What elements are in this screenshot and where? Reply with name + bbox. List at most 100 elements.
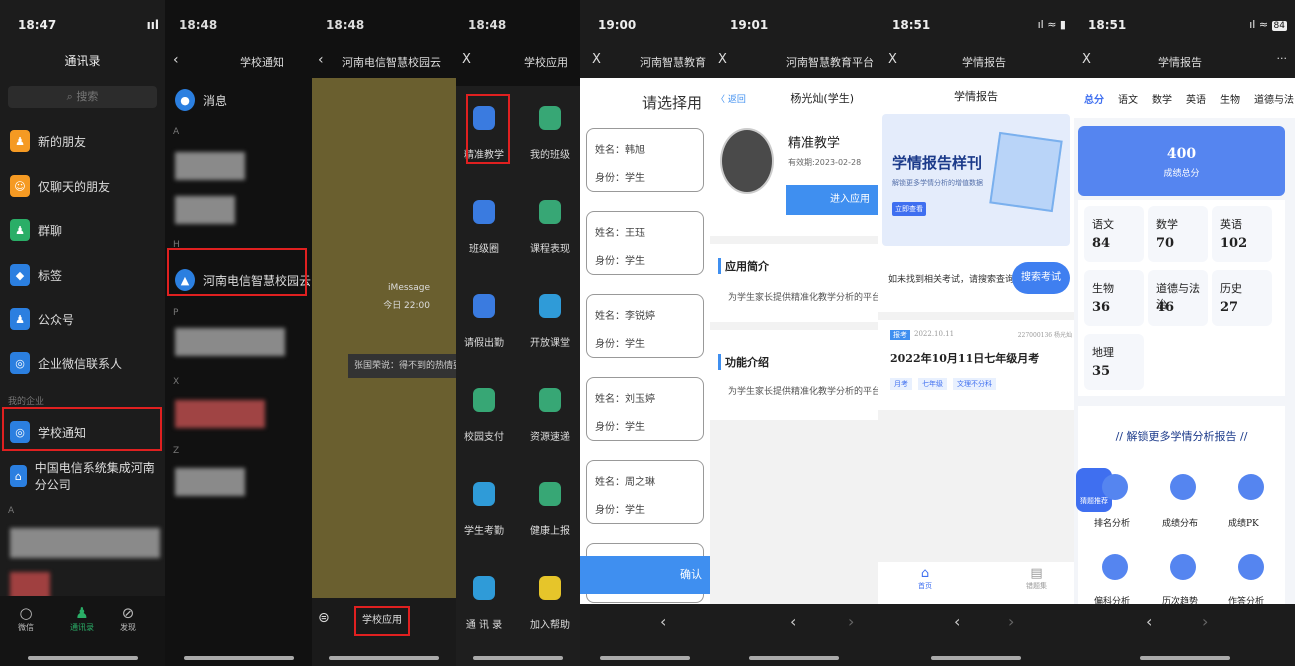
- confirm-button[interactable]: 确认: [580, 556, 710, 594]
- chat-background: iMessage 今日 22:00 张国荣说：得不到的热情要: [312, 78, 456, 598]
- subject-tab[interactable]: 生物: [1220, 91, 1240, 106]
- page-heading: 请选择用: [641, 94, 702, 112]
- search-hint: 如未找到相关考试，请搜索查询: [888, 275, 1015, 285]
- campus-payment-icon[interactable]: [473, 388, 495, 412]
- home-indicator: [749, 656, 839, 660]
- intro-title: 应用简介: [718, 258, 769, 274]
- app-label: 健康上报: [530, 526, 570, 537]
- contact-item-groups[interactable]: ♟ 群聊: [0, 208, 165, 252]
- decor-icon: //: [1115, 430, 1127, 443]
- contact-item-new-friends[interactable]: ♟ 新的朋友: [0, 119, 165, 163]
- status-time: 19:01: [730, 18, 769, 32]
- enter-app-button[interactable]: 进入应用: [786, 185, 878, 215]
- search-exam-button[interactable]: 搜索考试: [1012, 262, 1070, 294]
- distribution-icon[interactable]: [1170, 474, 1196, 500]
- tab-home[interactable]: ⌂ 首页: [918, 566, 932, 591]
- contact-item-tags[interactable]: ◆ 标签: [0, 253, 165, 297]
- tab-chats[interactable]: ○ 微信: [18, 604, 34, 633]
- letter-p: P: [173, 308, 179, 318]
- close-icon[interactable]: X: [888, 52, 897, 67]
- blurred-contact[interactable]: [175, 152, 245, 180]
- letter-z: Z: [173, 446, 180, 456]
- page-title: 学情报告: [962, 56, 1006, 69]
- forward-arrow-icon[interactable]: ›: [1202, 612, 1208, 631]
- contacts-icon: ♟: [75, 604, 89, 622]
- close-icon[interactable]: X: [592, 52, 601, 67]
- help-icon[interactable]: [539, 576, 561, 600]
- leave-attendance-icon[interactable]: [473, 294, 495, 318]
- keyboard-icon[interactable]: ⊜: [318, 610, 330, 626]
- blurred-contact[interactable]: [175, 400, 265, 428]
- student-card[interactable]: 姓名：刘玉婷 身份：学生: [586, 377, 704, 441]
- banner[interactable]: 学情报告样刊 解锁更多学情分析的增值数据 立即查看: [882, 114, 1070, 246]
- back-arrow-icon[interactable]: ‹: [660, 612, 666, 631]
- feature-label: 成绩分布: [1162, 519, 1199, 529]
- subject-tab[interactable]: 道德与法: [1254, 91, 1294, 106]
- subject-tab[interactable]: 数学: [1152, 91, 1172, 106]
- course-performance-icon[interactable]: [539, 200, 561, 224]
- battery-level: 84: [1271, 21, 1287, 31]
- exam-date: 2022.10.11: [914, 330, 955, 338]
- my-class-icon[interactable]: [539, 106, 561, 130]
- class-circle-icon[interactable]: [473, 200, 495, 224]
- tab-contacts[interactable]: ♟ 通讯录: [70, 604, 94, 633]
- home-icon: ⌂: [920, 566, 930, 581]
- search-input[interactable]: ⌕ 搜索: [8, 86, 157, 108]
- forward-arrow-icon[interactable]: ›: [1008, 612, 1014, 631]
- app-label: 课程表现: [530, 244, 570, 255]
- imessage-label: iMessage: [388, 283, 430, 293]
- app-logo: [720, 128, 774, 194]
- back-icon[interactable]: ‹: [173, 52, 179, 68]
- student-card[interactable]: 姓名：王珏 身份：学生: [586, 211, 704, 275]
- close-icon[interactable]: X: [462, 52, 471, 67]
- status-time: 18:51: [892, 18, 931, 32]
- letter-a: A: [173, 127, 180, 137]
- contact-item-wecom[interactable]: ◎ 企业微信联系人: [0, 341, 165, 385]
- forward-arrow-icon[interactable]: ›: [848, 612, 854, 631]
- contact-item-official[interactable]: ♟ 公众号: [0, 297, 165, 341]
- close-icon[interactable]: X: [1082, 52, 1091, 67]
- more-icon[interactable]: ···: [1277, 52, 1288, 65]
- tab-discover[interactable]: ⊘ 发现: [120, 604, 136, 633]
- student-card[interactable]: 姓名：李锐婷 身份：学生: [586, 294, 704, 358]
- open-class-icon[interactable]: [539, 294, 561, 318]
- back-arrow-icon[interactable]: ‹: [954, 612, 960, 631]
- student-card[interactable]: 姓名：韩旭 身份：学生: [586, 128, 704, 192]
- message-item[interactable]: ● 消息: [165, 78, 312, 122]
- blank-area: [878, 410, 1074, 562]
- resource-express-icon[interactable]: [539, 388, 561, 412]
- back-icon[interactable]: ‹: [318, 52, 324, 68]
- score-cell: 道德与法治 46: [1148, 270, 1208, 326]
- trend-icon[interactable]: [1170, 554, 1196, 580]
- tab-mistakes[interactable]: ▤ 错题集: [1026, 566, 1047, 591]
- subject-bias-icon[interactable]: [1102, 554, 1128, 580]
- school-apps-button[interactable]: 学校应用: [354, 606, 410, 636]
- view-now-button[interactable]: 立即查看: [892, 202, 926, 216]
- health-report-icon[interactable]: [539, 482, 561, 506]
- exam-title[interactable]: 2022年10月11日七年级月考: [890, 350, 1039, 366]
- total-score: 400: [1166, 146, 1197, 162]
- subject-tabs: 总分 语文 数学 英语 生物 道德与法: [1074, 78, 1295, 118]
- contact-item-chat-only[interactable]: ☺ 仅聊天的朋友: [0, 164, 165, 208]
- company-item[interactable]: ⌂ 中国电信系统集成河南分公司: [0, 454, 165, 498]
- blurred-contact[interactable]: [10, 528, 160, 558]
- close-icon[interactable]: X: [718, 52, 727, 67]
- app-label: 我的班级: [530, 150, 570, 161]
- back-arrow-icon[interactable]: ‹: [790, 612, 796, 631]
- home-indicator: [931, 656, 1021, 660]
- student-card[interactable]: 姓名：周之琳 身份：学生: [586, 460, 704, 524]
- blurred-contact[interactable]: [175, 468, 245, 496]
- subject-tab[interactable]: 语文: [1118, 91, 1138, 106]
- subject-tab-active[interactable]: 总分: [1084, 91, 1104, 106]
- pk-icon[interactable]: [1238, 474, 1264, 500]
- feature-title: 功能介绍: [718, 354, 769, 370]
- ranking-icon[interactable]: [1102, 474, 1128, 500]
- back-link[interactable]: 〈 返回: [716, 92, 746, 105]
- back-arrow-icon[interactable]: ‹: [1146, 612, 1152, 631]
- student-attendance-icon[interactable]: [473, 482, 495, 506]
- address-book-icon[interactable]: [473, 576, 495, 600]
- blurred-contact[interactable]: [175, 328, 285, 356]
- subject-tab[interactable]: 英语: [1186, 91, 1206, 106]
- answer-analysis-icon[interactable]: [1238, 554, 1264, 580]
- blurred-contact[interactable]: [175, 196, 235, 224]
